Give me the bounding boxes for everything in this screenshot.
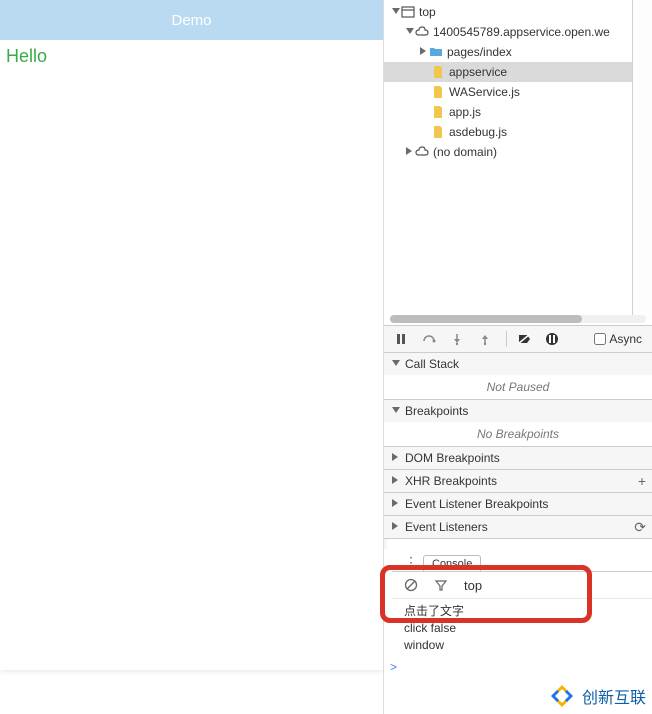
deactivate-breakpoints-icon[interactable] [517,332,531,346]
event-listeners-panel: Event Listeners ⟳ [384,516,652,539]
chevron-down-icon[interactable] [390,406,400,416]
filter-icon[interactable] [434,578,448,592]
hello-text[interactable]: Hello [6,46,47,66]
kebab-icon[interactable]: ⋮ [404,554,417,571]
tree-file[interactable]: asdebug.js [384,122,652,142]
file-icon [431,65,445,79]
tree-label: pages/index [447,45,512,59]
tree-top[interactable]: top [384,2,652,22]
panel-header[interactable]: Event Listeners ⟳ [384,516,652,538]
preview-title-bar: Demo [0,0,383,40]
watermark-text: 创新互联 [582,684,646,708]
logo-icon [548,682,576,710]
debugger-toolbar: Async [384,325,652,353]
panel-body: No Breakpoints [384,422,652,446]
file-icon [431,125,445,139]
tree-label: appservice [449,65,507,79]
tree-label: (no domain) [433,145,497,159]
file-icon [431,85,445,99]
scrollbar-thumb[interactable] [390,315,582,323]
pause-icon[interactable] [394,332,408,346]
tree-label: 1400545789.appservice.open.we [433,25,610,39]
xhr-breakpoints-panel: XHR Breakpoints + [384,470,652,493]
chevron-right-icon[interactable] [390,522,400,532]
console-line: 点击了文字 [404,603,632,620]
add-icon[interactable]: + [638,473,646,489]
preview-title: Demo [171,12,211,29]
panel-title: Event Listener Breakpoints [405,497,548,511]
panel-title: Call Stack [405,357,459,371]
console-line: click false [404,620,632,637]
app-preview-pane: Demo Hello [0,0,383,670]
console-tab[interactable]: Console [423,555,481,572]
panel-title: Event Listeners [405,520,488,534]
refresh-icon[interactable]: ⟳ [634,519,646,536]
tree-file[interactable]: app.js [384,102,652,122]
panel-header[interactable]: DOM Breakpoints [384,447,652,469]
breakpoints-panel: Breakpoints No Breakpoints [384,400,652,447]
prompt-caret: > [390,660,397,674]
panel-title: XHR Breakpoints [405,474,497,488]
cloud-icon [415,145,429,159]
folder-icon [429,45,443,59]
chevron-right-icon[interactable] [390,499,400,509]
tree-label: app.js [449,105,481,119]
chevron-down-icon[interactable] [390,359,400,369]
chevron-down-icon[interactable] [404,27,414,37]
preview-body[interactable]: Hello [0,40,383,670]
tree-label: asdebug.js [449,125,507,139]
tree-label: WAService.js [449,85,520,99]
panel-header[interactable]: XHR Breakpoints + [384,470,652,492]
window-icon [401,5,415,19]
panel-body: Not Paused [384,375,652,399]
panel-header[interactable]: Breakpoints [384,400,652,422]
tree-domain[interactable]: 1400545789.appservice.open.we [384,22,652,42]
console-output: 点击了文字 click false window [384,599,652,658]
sources-tree: top 1400545789.appservice.open.we pages/… [384,0,652,325]
panel-title: DOM Breakpoints [405,451,500,465]
console-prompt[interactable]: > [384,658,652,676]
event-breakpoints-panel: Event Listener Breakpoints [384,493,652,516]
console-context[interactable]: top [464,578,482,593]
async-checkbox-input[interactable] [594,333,606,345]
chevron-right-icon[interactable] [390,453,400,463]
tab-label: Console [432,558,472,570]
tree-nodomain[interactable]: (no domain) [384,142,652,162]
async-checkbox[interactable]: Async [594,332,642,346]
chevron-right-icon[interactable] [404,147,414,157]
tree-label: top [419,5,436,19]
callstack-panel: Call Stack Not Paused [384,353,652,400]
chevron-right-icon[interactable] [418,47,428,57]
dom-breakpoints-panel: DOM Breakpoints [384,447,652,470]
chevron-down-icon[interactable] [390,7,400,17]
tree-file[interactable]: WAService.js [384,82,652,102]
step-over-icon[interactable] [422,332,436,346]
pause-on-exceptions-icon[interactable] [545,332,559,346]
panel-header[interactable]: Call Stack [384,353,652,375]
panel-header[interactable]: Event Listener Breakpoints [384,493,652,515]
clear-console-icon[interactable] [404,578,418,592]
step-into-icon[interactable] [450,332,464,346]
tree-folder[interactable]: pages/index [384,42,652,62]
panel-title: Breakpoints [405,404,468,418]
chevron-right-icon[interactable] [390,476,400,486]
async-label: Async [609,332,642,346]
step-out-icon[interactable] [478,332,492,346]
console-tabbar: ⋮ Console [384,549,652,571]
watermark: 创新互联 [542,678,652,714]
cloud-icon [415,25,429,39]
tree-file[interactable]: appservice [384,62,652,82]
devtools-pane: top 1400545789.appservice.open.we pages/… [383,0,652,714]
console-toolbar: top [392,571,652,599]
horizontal-scrollbar[interactable] [390,315,646,323]
console-line: window [404,637,632,654]
file-icon [431,105,445,119]
vertical-bar [632,0,652,320]
